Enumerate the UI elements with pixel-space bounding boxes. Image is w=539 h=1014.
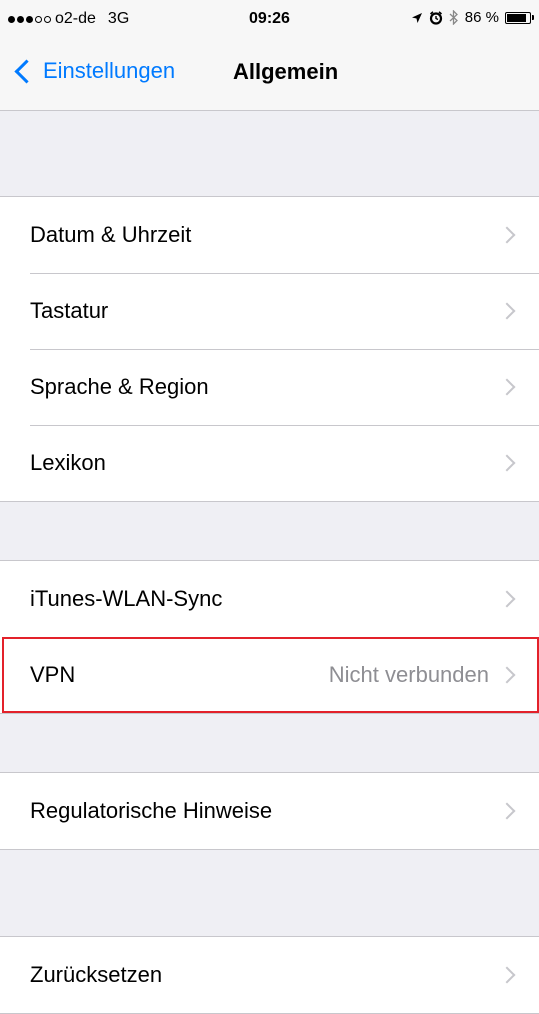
navigation-bar: Einstellungen Allgemein <box>0 40 539 111</box>
settings-row-sprache-region[interactable]: Sprache & Region <box>0 349 539 425</box>
settings-row-zuruecksetzen[interactable]: Zurücksetzen <box>0 937 539 1013</box>
settings-row-vpn[interactable]: VPN Nicht verbunden <box>0 637 539 713</box>
settings-group: Regulatorische Hinweise <box>0 772 539 850</box>
status-bar: o2-de 3G 09:26 86 % <box>0 0 539 40</box>
settings-row-label: Regulatorische Hinweise <box>30 798 273 823</box>
settings-row-label: Tastatur <box>30 298 109 323</box>
chevron-right-icon <box>498 966 516 984</box>
settings-row-label: Lexikon <box>30 450 106 475</box>
settings-row-lexikon[interactable]: Lexikon <box>0 425 539 501</box>
status-right: 86 % <box>411 9 534 26</box>
settings-row-regulatorische-hinweise[interactable]: Regulatorische Hinweise <box>0 773 539 849</box>
settings-row-label: VPN <box>30 662 76 687</box>
chevron-right-icon <box>498 226 516 244</box>
settings-row-value: Nicht verbunden <box>328 662 489 687</box>
battery-icon <box>505 11 534 24</box>
location-arrow-icon <box>411 12 422 23</box>
settings-group: iTunes-WLAN-Sync VPN Nicht verbunden <box>0 560 539 714</box>
chevron-right-icon <box>498 378 516 396</box>
chevron-right-icon <box>498 666 516 684</box>
settings-row-label: iTunes-WLAN-Sync <box>30 586 223 611</box>
back-button[interactable]: Einstellungen <box>14 58 175 84</box>
bluetooth-icon <box>449 10 458 25</box>
chevron-right-icon <box>498 454 516 472</box>
settings-row-tastatur[interactable]: Tastatur <box>0 273 539 349</box>
chevron-right-icon <box>498 302 516 320</box>
chevron-left-icon <box>14 58 39 84</box>
chevron-right-icon <box>498 802 516 820</box>
page-title: Allgemein <box>233 59 339 84</box>
settings-group: Zurücksetzen <box>0 936 539 1014</box>
battery-level <box>507 13 526 22</box>
settings-row-itunes-wlan-sync[interactable]: iTunes-WLAN-Sync <box>0 561 539 637</box>
chevron-right-icon <box>498 590 516 608</box>
settings-row-label: Datum & Uhrzeit <box>30 222 192 247</box>
back-button-label: Einstellungen <box>43 58 176 83</box>
settings-group: Datum & Uhrzeit Tastatur Sprache & Region L… <box>0 196 539 502</box>
settings-row-label: Zurücksetzen <box>30 962 163 987</box>
settings-row-datum-uhrzeit[interactable]: Datum & Uhrzeit <box>0 197 539 273</box>
alarm-icon <box>429 10 442 25</box>
battery-percent: 86 % <box>464 9 499 26</box>
settings-row-label: Sprache & Region <box>30 374 209 399</box>
